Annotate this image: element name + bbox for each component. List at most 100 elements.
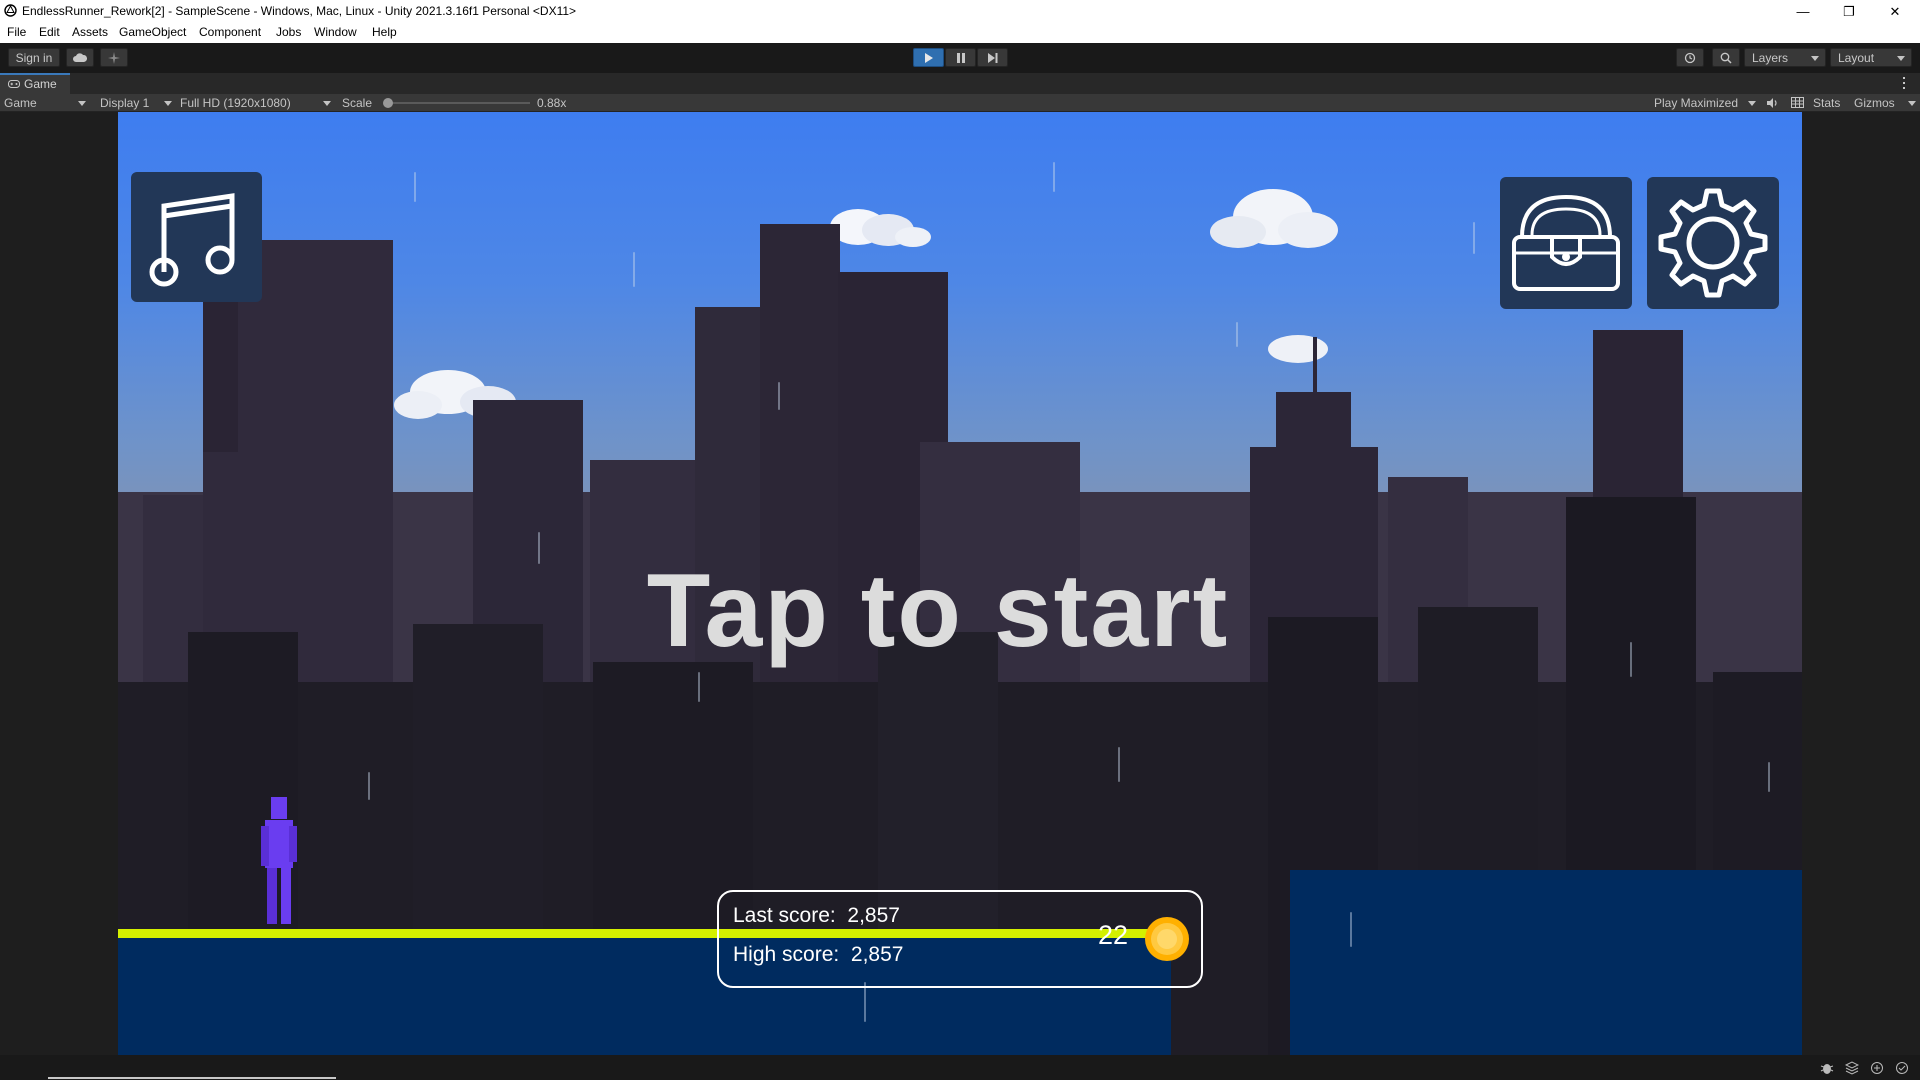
- tap-to-start-prompt: Tap to start: [646, 553, 1230, 669]
- kebab-dot: [1903, 82, 1905, 84]
- stack-icon[interactable]: [1845, 1061, 1859, 1075]
- search-button[interactable]: [1712, 48, 1740, 67]
- menu-gameobject[interactable]: GameObject: [119, 25, 186, 39]
- rain-drop: [778, 382, 780, 410]
- game-mode-dropdown[interactable]: Game: [4, 96, 86, 110]
- building: [1276, 392, 1351, 462]
- settings-button[interactable]: [1647, 177, 1779, 309]
- collab-button[interactable]: [100, 48, 128, 67]
- antenna: [1313, 337, 1317, 397]
- last-score-row: Last score: 2,857: [733, 904, 900, 928]
- rain-drop: [414, 172, 416, 202]
- network-icon[interactable]: [1870, 1061, 1884, 1075]
- scale-value: 0.88x: [537, 96, 567, 110]
- cloud-sprite: [1210, 189, 1338, 248]
- menu-jobs[interactable]: Jobs: [276, 25, 301, 39]
- pause-icon: [956, 52, 965, 63]
- chevron-down-icon: [164, 101, 172, 106]
- high-score-row: High score: 2,857: [733, 943, 903, 967]
- minimize-button[interactable]: —: [1780, 0, 1826, 23]
- history-icon: [1684, 52, 1696, 63]
- cloud-button[interactable]: [66, 48, 94, 67]
- display-dropdown[interactable]: Display 1: [100, 96, 172, 110]
- display-label: Display 1: [100, 96, 150, 110]
- main-toolbar: Sign in Layers Layout: [0, 43, 1920, 73]
- pause-button[interactable]: [945, 48, 976, 67]
- game-view[interactable]: Tap to start Last score: 2,857 High scor…: [118, 112, 1802, 1055]
- high-score-label: High score:: [733, 943, 840, 966]
- search-icon: [1720, 52, 1732, 64]
- rain-drop: [368, 772, 370, 800]
- rain-drop: [1768, 762, 1770, 792]
- status-bar: [0, 1055, 1920, 1080]
- play-mode-dropdown[interactable]: Play Maximized: [1654, 96, 1758, 110]
- scale-slider-handle[interactable]: [383, 98, 393, 108]
- bug-icon[interactable]: [1820, 1061, 1834, 1075]
- rain-drop: [1053, 162, 1055, 192]
- coin-count: 22: [1098, 920, 1129, 950]
- tab-menu-button[interactable]: [1902, 77, 1906, 89]
- scale-label: Scale: [342, 96, 373, 110]
- sign-in-button[interactable]: Sign in: [8, 48, 60, 67]
- play-icon: [924, 52, 933, 63]
- progress-indicator: [48, 1077, 336, 1079]
- cloud-sprite: [1268, 335, 1328, 363]
- stats-toggle[interactable]: Stats: [1813, 96, 1840, 110]
- layout-dropdown[interactable]: Layout: [1830, 48, 1912, 67]
- gizmos-dropdown[interactable]: Gizmos: [1854, 96, 1916, 110]
- game-mode-label: Game: [4, 96, 37, 110]
- kebab-dot: [1903, 87, 1905, 89]
- window-title-bar: EndlessRunner_Rework[2] - SampleScene - …: [0, 0, 1920, 23]
- tab-game-label: Game: [24, 77, 57, 91]
- chevron-down-icon: [323, 101, 331, 106]
- layers-label: Layers: [1752, 50, 1789, 65]
- coin-icon: [1145, 917, 1189, 961]
- gizmos-label: Gizmos: [1854, 96, 1895, 110]
- rain-drop: [1350, 912, 1352, 947]
- tab-game[interactable]: Game: [0, 73, 70, 94]
- step-button[interactable]: [977, 48, 1008, 67]
- menu-edit[interactable]: Edit: [39, 25, 60, 39]
- last-score-label: Last score:: [733, 904, 836, 927]
- menu-component[interactable]: Component: [199, 25, 261, 39]
- tab-strip: Game: [0, 73, 1920, 94]
- scale-slider[interactable]: [383, 98, 530, 108]
- last-score-value: 2,857: [847, 904, 900, 927]
- close-button[interactable]: ✕: [1872, 0, 1918, 23]
- music-toggle-button[interactable]: [131, 172, 262, 302]
- high-score-value: 2,857: [850, 943, 904, 966]
- play-mode-label: Play Maximized: [1654, 96, 1739, 110]
- layers-dropdown[interactable]: Layers: [1744, 48, 1826, 67]
- chevron-down-icon: [1748, 101, 1756, 106]
- building: [203, 302, 238, 452]
- layout-label: Layout: [1838, 50, 1875, 65]
- check-circle-icon[interactable]: [1895, 1061, 1909, 1075]
- player-character: [261, 797, 297, 924]
- history-button[interactable]: [1676, 48, 1704, 67]
- resolution-dropdown[interactable]: Full HD (1920x1080): [180, 96, 332, 110]
- settings-gear-icon: [1658, 188, 1768, 298]
- window-title: EndlessRunner_Rework[2] - SampleScene - …: [22, 4, 577, 18]
- rain-drop: [1118, 747, 1120, 782]
- rain-drop: [633, 252, 635, 287]
- chevron-down-icon: [1908, 101, 1916, 106]
- shop-chest-button[interactable]: [1500, 177, 1632, 309]
- menu-help[interactable]: Help: [372, 25, 397, 39]
- play-button[interactable]: [913, 48, 944, 67]
- rain-drop: [1473, 222, 1475, 254]
- rain-drop: [1236, 322, 1238, 347]
- chevron-down-icon: [78, 101, 86, 106]
- menu-window[interactable]: Window: [314, 25, 357, 39]
- menu-file[interactable]: File: [7, 25, 26, 39]
- ground-water-right: [1290, 870, 1802, 1055]
- chest-icon: [1512, 194, 1620, 291]
- mute-audio-icon[interactable]: [1766, 97, 1779, 109]
- rain-drop: [1630, 642, 1632, 677]
- menu-assets[interactable]: Assets: [72, 25, 108, 39]
- restore-button[interactable]: ❐: [1826, 0, 1872, 23]
- aspect-grid-icon[interactable]: [1791, 97, 1804, 108]
- gamepad-icon: [8, 80, 20, 88]
- music-icon: [149, 193, 235, 287]
- unity-logo-icon: [4, 4, 17, 17]
- cloud-icon: [73, 53, 87, 62]
